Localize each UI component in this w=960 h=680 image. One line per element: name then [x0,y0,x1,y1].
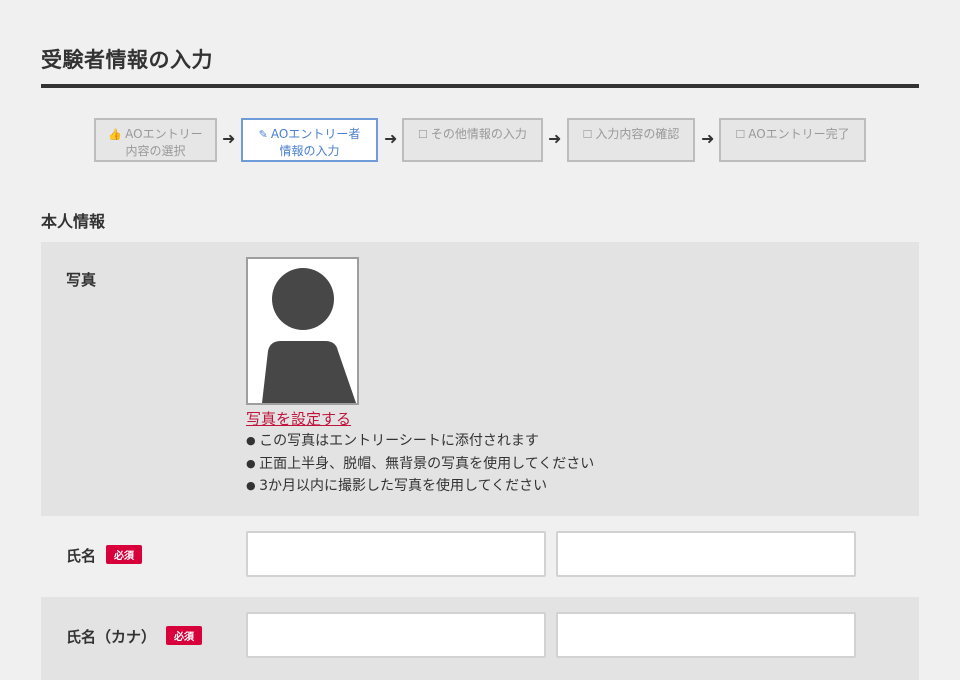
last-name-input[interactable] [246,531,546,577]
name-kana-label: 氏名（カナ） [66,628,157,646]
last-name-kana-input[interactable] [246,612,546,658]
step-entry-info: ✎ AOエントリー者 情報の入力 [241,118,378,162]
person-silhouette-icon [262,268,356,403]
progress-steps: 👍 AOエントリー 内容の選択 ➜ ✎ AOエントリー者 情報の入力 ➜ ☐ その他情… [0,0,960,200]
photo-note: 正面上半身、脱帽、無背景の写真を使用してください [246,453,594,476]
name-label-group: 氏名 必須 [66,545,143,566]
arrow-right-icon: ➜ [384,129,398,148]
arrow-right-icon: ➜ [701,129,715,148]
required-badge: 必須 [166,626,203,645]
name-kana-row: 氏名（カナ） 必須 [41,597,919,680]
section-title: 本人情報 [41,212,106,231]
thumbs-up-icon: 👍 [108,128,123,141]
step-label: 入力内容の確認 [595,127,680,141]
photo-note: 3か月以内に撮影した写真を使用してください [246,475,594,498]
photo-placeholder[interactable] [246,257,359,405]
first-name-input[interactable] [556,531,856,577]
photo-note: この写真はエントリーシートに添付されます [246,430,594,453]
required-badge: 必須 [106,545,143,564]
step-complete: ☐ AOエントリー完了 [719,118,866,162]
step-label: AOエントリー 内容の選択 [125,127,203,158]
name-row: 氏名 必須 [41,516,919,597]
arrow-right-icon: ➜ [222,129,236,148]
step-label: その他情報の入力 [430,127,527,141]
photo-row: 写真 写真を設定する この写真はエントリーシートに添付されます 正面上半身、脱帽… [41,242,919,516]
step-confirm: ☐ 入力内容の確認 [567,118,695,162]
step-other-info: ☐ その他情報の入力 [402,118,543,162]
first-name-kana-input[interactable] [556,612,856,658]
photo-label: 写真 [66,271,97,289]
step-select-entry: 👍 AOエントリー 内容の選択 [94,118,217,162]
arrow-right-icon: ➜ [548,129,562,148]
name-kana-label-group: 氏名（カナ） 必須 [66,626,203,647]
name-label: 氏名 [66,547,97,565]
step-label: AOエントリー者 情報の入力 [270,127,361,158]
edit-icon: ✎ [258,128,268,141]
step-label: AOエントリー完了 [748,127,850,141]
checkbox-icon: ☐ [582,128,593,141]
set-photo-link[interactable]: 写真を設定する [246,408,351,429]
photo-notes: この写真はエントリーシートに添付されます 正面上半身、脱帽、無背景の写真を使用し… [246,430,594,498]
checkbox-icon: ☐ [418,128,428,141]
checkbox-icon: ☐ [735,128,746,141]
